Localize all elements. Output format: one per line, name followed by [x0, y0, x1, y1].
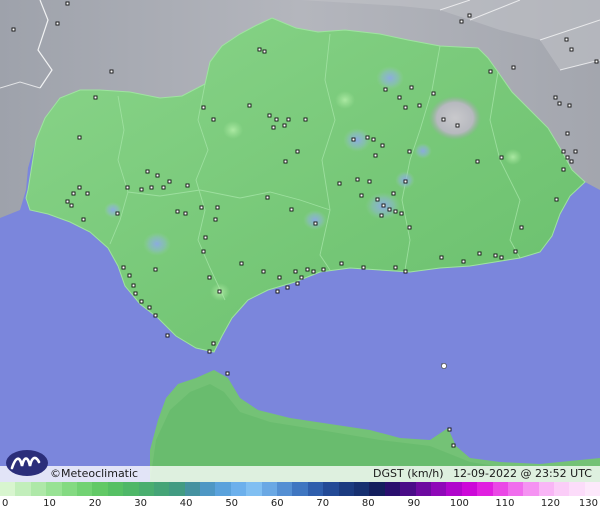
variable-label: DGST (km/h) [373, 467, 444, 480]
scale-cell [230, 482, 247, 496]
scale-cell [353, 482, 370, 496]
scale-cell [15, 482, 31, 496]
scale-tick-label: 20 [88, 498, 102, 509]
scale-tick-label: 130 [578, 498, 598, 509]
scale-cell [338, 482, 354, 496]
scale-tick-label: 100 [449, 498, 469, 509]
scale-cell [123, 482, 139, 496]
map-frame: ©Meteoclimatic DGST (km/h) 12-09-2022 @ … [0, 0, 600, 517]
scale-tick-label: 30 [134, 498, 147, 509]
scale-cell [369, 482, 385, 496]
scale-tick-label: 110 [495, 498, 515, 509]
scale-cell [323, 482, 339, 496]
map-caption: DGST (km/h) 12-09-2022 @ 23:52 UTC [367, 467, 592, 480]
scale-tick-label: 40 [179, 498, 193, 509]
scale-cell [92, 482, 108, 496]
scale-cell [30, 482, 47, 496]
scale-cell [523, 482, 539, 496]
scale-cell [76, 482, 93, 496]
scale-cell [246, 482, 262, 496]
scale-cell [430, 482, 447, 496]
scale-cell [554, 482, 570, 496]
scale-tick-label: 50 [225, 498, 239, 509]
scale-cell [507, 482, 524, 496]
meteoclimatic-logo-icon [6, 450, 48, 476]
scale-cell [461, 482, 478, 496]
scale-tick-label: 0 [2, 498, 9, 509]
scale-cell [184, 482, 201, 496]
scale-cell [307, 482, 324, 496]
sea-station-marker [440, 362, 447, 369]
scale-cell [400, 482, 416, 496]
scale-cell [261, 482, 278, 496]
scale-cell [446, 482, 462, 496]
color-scale-bar [0, 482, 600, 496]
scale-cell [492, 482, 508, 496]
scale-cell [107, 482, 124, 496]
wind-gust-map [0, 0, 600, 482]
scale-cell [277, 482, 293, 496]
scale-cell [46, 482, 62, 496]
color-scale-ticks: 0 10 20 30 40 50 60 70 80 90 100 110 120 130 [0, 496, 600, 517]
scale-cell [61, 482, 77, 496]
scale-cell [584, 482, 600, 496]
scale-cell [138, 482, 154, 496]
scale-tick-label: 60 [270, 498, 284, 509]
scale-cell [200, 482, 216, 496]
scale-tick-label: 70 [316, 498, 330, 509]
scale-cell [153, 482, 170, 496]
timestamp-label: 12-09-2022 @ 23:52 UTC [453, 467, 592, 480]
scale-cell [0, 482, 16, 496]
copyright-label: ©Meteoclimatic [50, 467, 139, 480]
scale-cell [384, 482, 401, 496]
scale-cell [477, 482, 493, 496]
scale-cell [569, 482, 585, 496]
scale-cell [169, 482, 185, 496]
scale-tick-label: 90 [407, 498, 421, 509]
scale-cell [415, 482, 431, 496]
scale-cell [215, 482, 231, 496]
scale-tick-label: 10 [43, 498, 56, 509]
scale-tick-label: 120 [540, 498, 560, 509]
scale-tick-label: 80 [361, 498, 375, 509]
high-gust-area [429, 96, 481, 140]
scale-cell [292, 482, 308, 496]
scale-cell [538, 482, 555, 496]
